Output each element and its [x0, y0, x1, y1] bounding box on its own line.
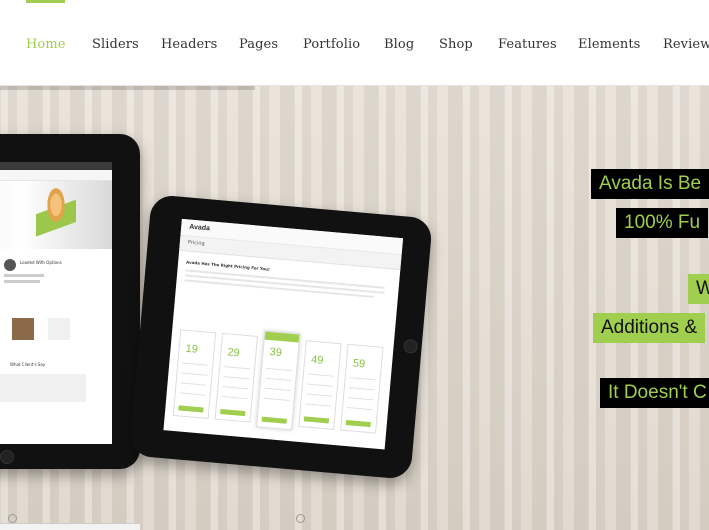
- price-column: 19: [172, 329, 217, 419]
- home-button-icon: [403, 338, 419, 354]
- slider-nav-dot-left[interactable]: [8, 514, 17, 523]
- slider-caption-5: It Doesn't C: [600, 378, 709, 408]
- price-value: 19: [185, 342, 199, 356]
- slider-bottom-bar: [0, 523, 140, 530]
- slider-top-shadow: [0, 86, 255, 90]
- main-navigation: Home Sliders Headers Pages Portfolio Blo…: [0, 0, 709, 86]
- tablet-left: Loaded With Options What Client's Say: [0, 134, 140, 469]
- nav-item-home[interactable]: Home: [26, 37, 66, 52]
- feature-heading: Loaded With Options: [20, 260, 62, 265]
- price-column: 29: [214, 332, 259, 423]
- home-button-icon: [0, 450, 14, 464]
- price-value: 29: [226, 346, 241, 360]
- signup-button[interactable]: [220, 409, 246, 417]
- testimonial-heading: What Client's Say: [10, 362, 46, 367]
- nav-item-blog[interactable]: Blog: [384, 37, 414, 52]
- nav-item-pages[interactable]: Pages: [239, 37, 278, 52]
- signup-button[interactable]: [345, 419, 371, 428]
- slider-caption-3: W: [688, 274, 709, 304]
- hero-figure-image: [36, 184, 76, 244]
- nav-item-elements[interactable]: Elements: [578, 37, 640, 52]
- nav-item-portfolio[interactable]: Portfolio: [303, 37, 360, 52]
- slider-caption-1: Avada Is Be: [591, 169, 709, 199]
- hero-slider[interactable]: Loaded With Options What Client's Say Av…: [0, 86, 709, 530]
- signup-button[interactable]: [261, 416, 287, 424]
- price-column-featured: 39: [256, 330, 301, 431]
- price-value: 49: [310, 353, 324, 367]
- tablet-right-screen: Avada Pricing Avada Has The Right Pricin…: [163, 218, 404, 450]
- slider-nav-dot-right[interactable]: [296, 514, 305, 523]
- signup-button[interactable]: [303, 416, 330, 424]
- active-indicator: [26, 0, 65, 3]
- nav-item-sliders[interactable]: Sliders: [92, 37, 139, 52]
- nav-item-headers[interactable]: Headers: [161, 37, 217, 52]
- price-column: 59: [340, 343, 384, 434]
- signup-button[interactable]: [178, 405, 204, 413]
- price-value: 39: [269, 346, 283, 360]
- tablet-right: Avada Pricing Avada Has The Right Pricin…: [129, 194, 433, 480]
- nav-item-review[interactable]: Review: [663, 37, 709, 52]
- slider-caption-2: 100% Fu: [616, 208, 709, 238]
- price-column: 49: [298, 340, 342, 430]
- slider-caption-4: Additions &: [593, 313, 706, 343]
- price-value: 59: [352, 357, 366, 371]
- nav-item-shop[interactable]: Shop: [439, 37, 473, 52]
- nav-item-features[interactable]: Features: [498, 37, 557, 52]
- tablet-left-screen: Loaded With Options What Client's Say: [0, 162, 112, 444]
